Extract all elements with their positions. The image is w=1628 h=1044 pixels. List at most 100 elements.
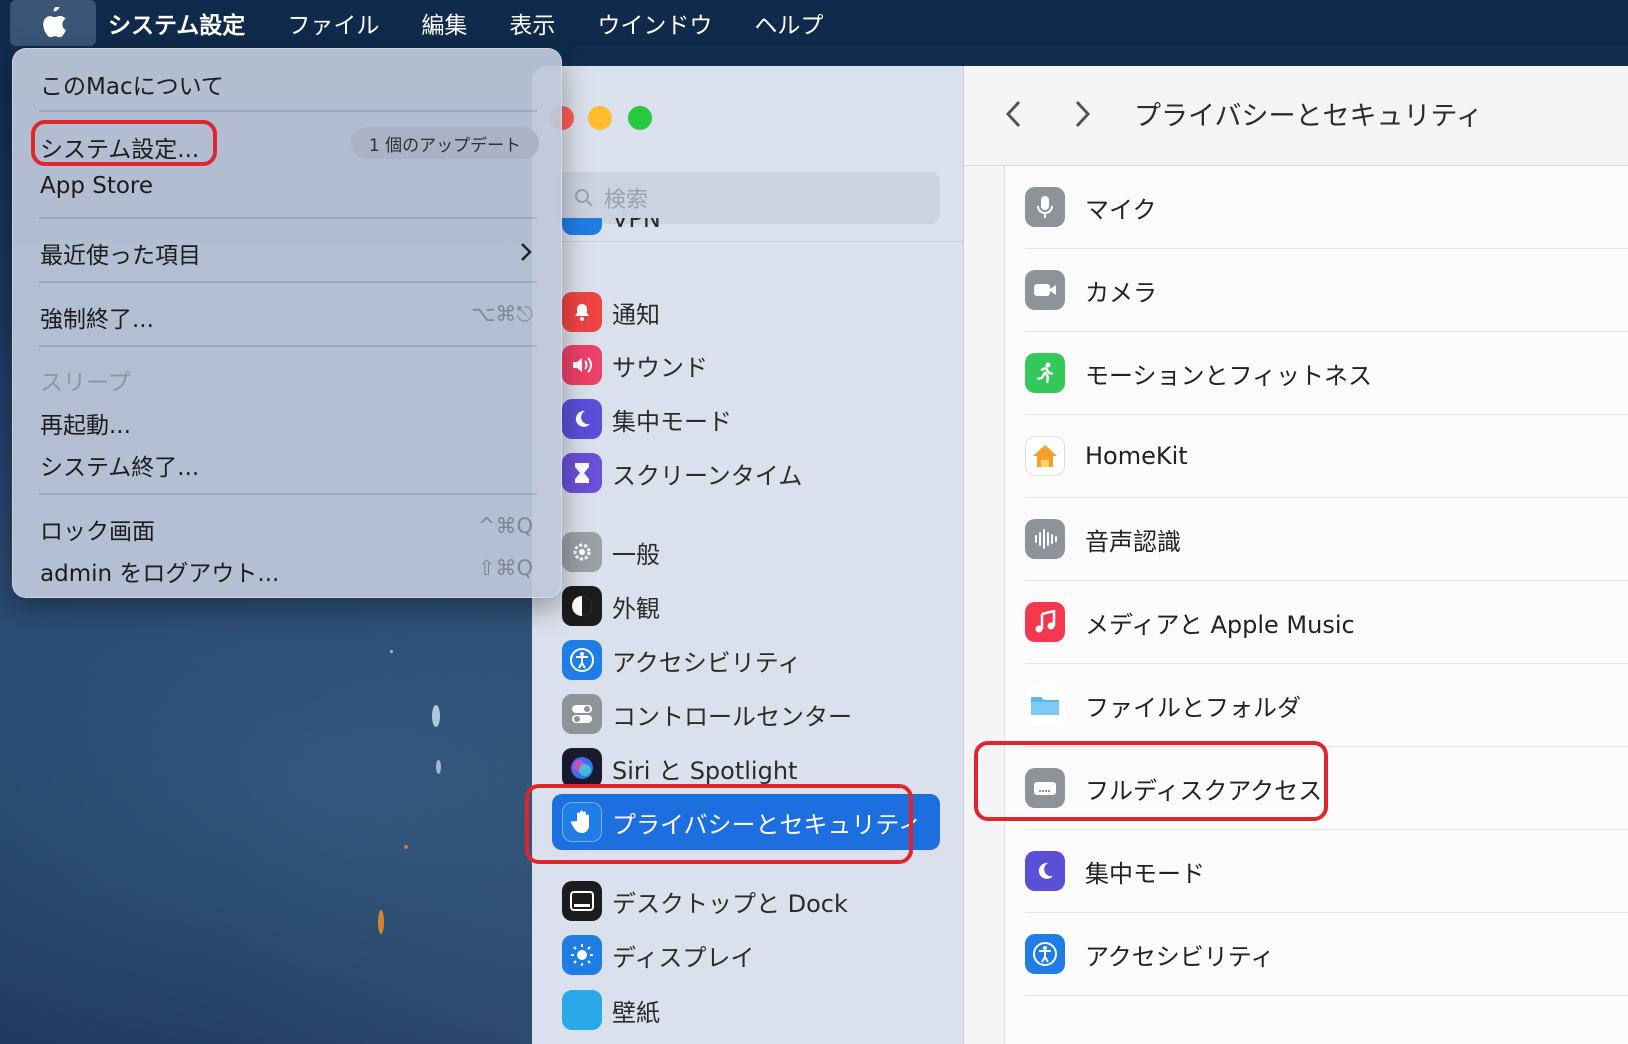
main-pane: プライバシーとセキュリティ マイク カメラ モーションとフィットネス HomeK… (964, 66, 1628, 1044)
sidebar-item-focus[interactable]: 集中モード (532, 395, 964, 443)
moon-icon (1025, 851, 1065, 891)
sidebar-item-vpn[interactable]: VPN (532, 218, 964, 242)
list-item-label: アクセシビリティ (1085, 942, 1275, 971)
menu-item-recent-items[interactable]: 最近使った項目 (40, 236, 201, 270)
sidebar-item-label: スクリーンタイム (612, 461, 803, 490)
highlight-privacy-security (525, 784, 913, 864)
list-item-label: マイク (1085, 195, 1157, 224)
chevron-right-icon (521, 243, 532, 261)
dock-icon (562, 881, 602, 921)
list-item-media-apple-music[interactable]: メディアと Apple Music (1025, 581, 1628, 664)
vpn-icon (562, 218, 602, 235)
menu-bar: システム設定 ファイル 編集 表示 ウインドウ ヘルプ (0, 0, 1628, 46)
menu-separator (39, 345, 537, 347)
sidebar-item-label: Siri と Spotlight (612, 756, 798, 785)
main-header: プライバシーとセキュリティ (964, 66, 1628, 166)
menu-item-about-mac[interactable]: このMacについて (40, 67, 224, 101)
sidebar-item-screen-time[interactable]: スクリーンタイム (532, 449, 964, 497)
menu-file[interactable]: ファイル (287, 6, 379, 40)
logout-shortcut: ⇧⌘Q (477, 556, 533, 580)
highlight-system-settings (31, 120, 217, 166)
search-placeholder: 検索 (604, 188, 649, 213)
sidebar-search-field[interactable]: 検索 (554, 172, 940, 224)
list-item-label: モーションとフィットネス (1085, 361, 1373, 390)
list-item-microphone[interactable]: マイク (1025, 166, 1628, 249)
lock-screen-shortcut: ^⌘Q (477, 514, 533, 538)
appearance-icon (562, 586, 602, 626)
list-item-focus[interactable]: 集中モード (1025, 830, 1628, 913)
sidebar-item-label: 一般 (612, 540, 660, 569)
wallpaper-light (436, 760, 441, 774)
zoom-window-button[interactable] (628, 106, 652, 130)
sidebar-item-wallpaper[interactable]: 壁紙 (532, 986, 964, 1034)
list-item-accessibility[interactable]: アクセシビリティ (1025, 913, 1628, 996)
highlight-full-disk-access (974, 741, 1328, 821)
menu-item-app-store[interactable]: App Store (40, 173, 153, 199)
sidebar-item-notifications[interactable]: 通知 (532, 288, 964, 336)
menu-item-logout[interactable]: admin をログアウト... (40, 554, 279, 588)
chevron-right-icon (1075, 100, 1091, 128)
menu-help[interactable]: ヘルプ (754, 6, 823, 40)
menu-item-shutdown[interactable]: システム終了... (40, 448, 199, 482)
list-item-motion-fitness[interactable]: モーションとフィットネス (1025, 332, 1628, 415)
menu-separator (39, 110, 537, 112)
siri-icon (562, 748, 602, 788)
wallpaper-light (432, 705, 440, 727)
sidebar-item-label: デスクトップと Dock (612, 889, 848, 918)
chevron-left-icon (1005, 100, 1021, 128)
list-item-files-folders[interactable]: ファイルとフォルダ (1025, 664, 1628, 747)
forward-button[interactable] (1062, 94, 1102, 134)
home-icon (1025, 436, 1065, 476)
accessibility-icon (1025, 934, 1065, 974)
list-item-label: 集中モード (1085, 859, 1205, 888)
wallpaper-light (378, 910, 384, 934)
hourglass-icon (562, 453, 602, 493)
back-button[interactable] (994, 94, 1034, 134)
list-item-homekit[interactable]: HomeKit (1025, 415, 1628, 498)
sidebar-item-sound[interactable]: サウンド (532, 341, 964, 389)
sidebar-item-label: 通知 (612, 300, 660, 329)
list-item-label: メディアと Apple Music (1085, 610, 1355, 639)
fitness-icon (1025, 353, 1065, 393)
moon-icon (562, 399, 602, 439)
list-item-speech-recognition[interactable]: 音声認識 (1025, 498, 1628, 581)
minimize-window-button[interactable] (588, 106, 612, 130)
menu-edit[interactable]: 編集 (421, 6, 467, 40)
page-title: プライバシーとセキュリティ (1134, 101, 1483, 132)
sidebar-item-general[interactable]: 一般 (532, 528, 964, 576)
accessibility-icon (562, 640, 602, 680)
menu-window[interactable]: ウインドウ (597, 6, 712, 40)
list-item-label: ファイルとフォルダ (1085, 693, 1301, 722)
force-quit-shortcut: ⌥⌘⎋ (471, 302, 533, 326)
wallpaper-light (390, 650, 393, 653)
sidebar-item-label: コントロールセンター (612, 702, 852, 731)
sidebar-item-desktop-dock[interactable]: デスクトップと Dock (532, 877, 964, 925)
gear-icon (562, 532, 602, 572)
sidebar-item-control-center[interactable]: コントロールセンター (532, 690, 964, 738)
wallpaper-light (404, 845, 408, 849)
folder-icon (1025, 685, 1065, 725)
menu-separator (39, 281, 537, 283)
menu-item-restart[interactable]: 再起動... (40, 406, 131, 440)
sidebar-item-label: 壁紙 (612, 998, 660, 1027)
sidebar-item-label: 外観 (612, 594, 660, 623)
menu-app-name[interactable]: システム設定 (108, 6, 245, 40)
sidebar-item-displays[interactable]: ディスプレイ (532, 931, 964, 979)
sidebar-item-accessibility[interactable]: アクセシビリティ (532, 636, 964, 684)
menu-item-sleep: スリープ (40, 370, 131, 396)
list-item-label: 音声認識 (1085, 527, 1181, 556)
menu-item-force-quit[interactable]: 強制終了... (40, 300, 154, 334)
flower-icon (562, 990, 602, 1030)
apple-menu-button[interactable] (10, 0, 96, 46)
list-item-label: HomeKit (1085, 442, 1188, 470)
waveform-icon (1025, 519, 1065, 559)
list-item-label: カメラ (1085, 278, 1157, 307)
sidebar-item-label: ディスプレイ (612, 943, 755, 972)
speaker-icon (562, 345, 602, 385)
sidebar-item-appearance[interactable]: 外観 (532, 582, 964, 630)
list-item-camera[interactable]: カメラ (1025, 249, 1628, 332)
menu-item-lock-screen[interactable]: ロック画面 (40, 512, 155, 546)
menu-view[interactable]: 表示 (509, 6, 555, 40)
menu-separator (39, 493, 537, 495)
sidebar: 検索 VPN 通知 サウンド 集中モード スクリーンタイム 一般 外観 アクセシ… (532, 66, 964, 1044)
